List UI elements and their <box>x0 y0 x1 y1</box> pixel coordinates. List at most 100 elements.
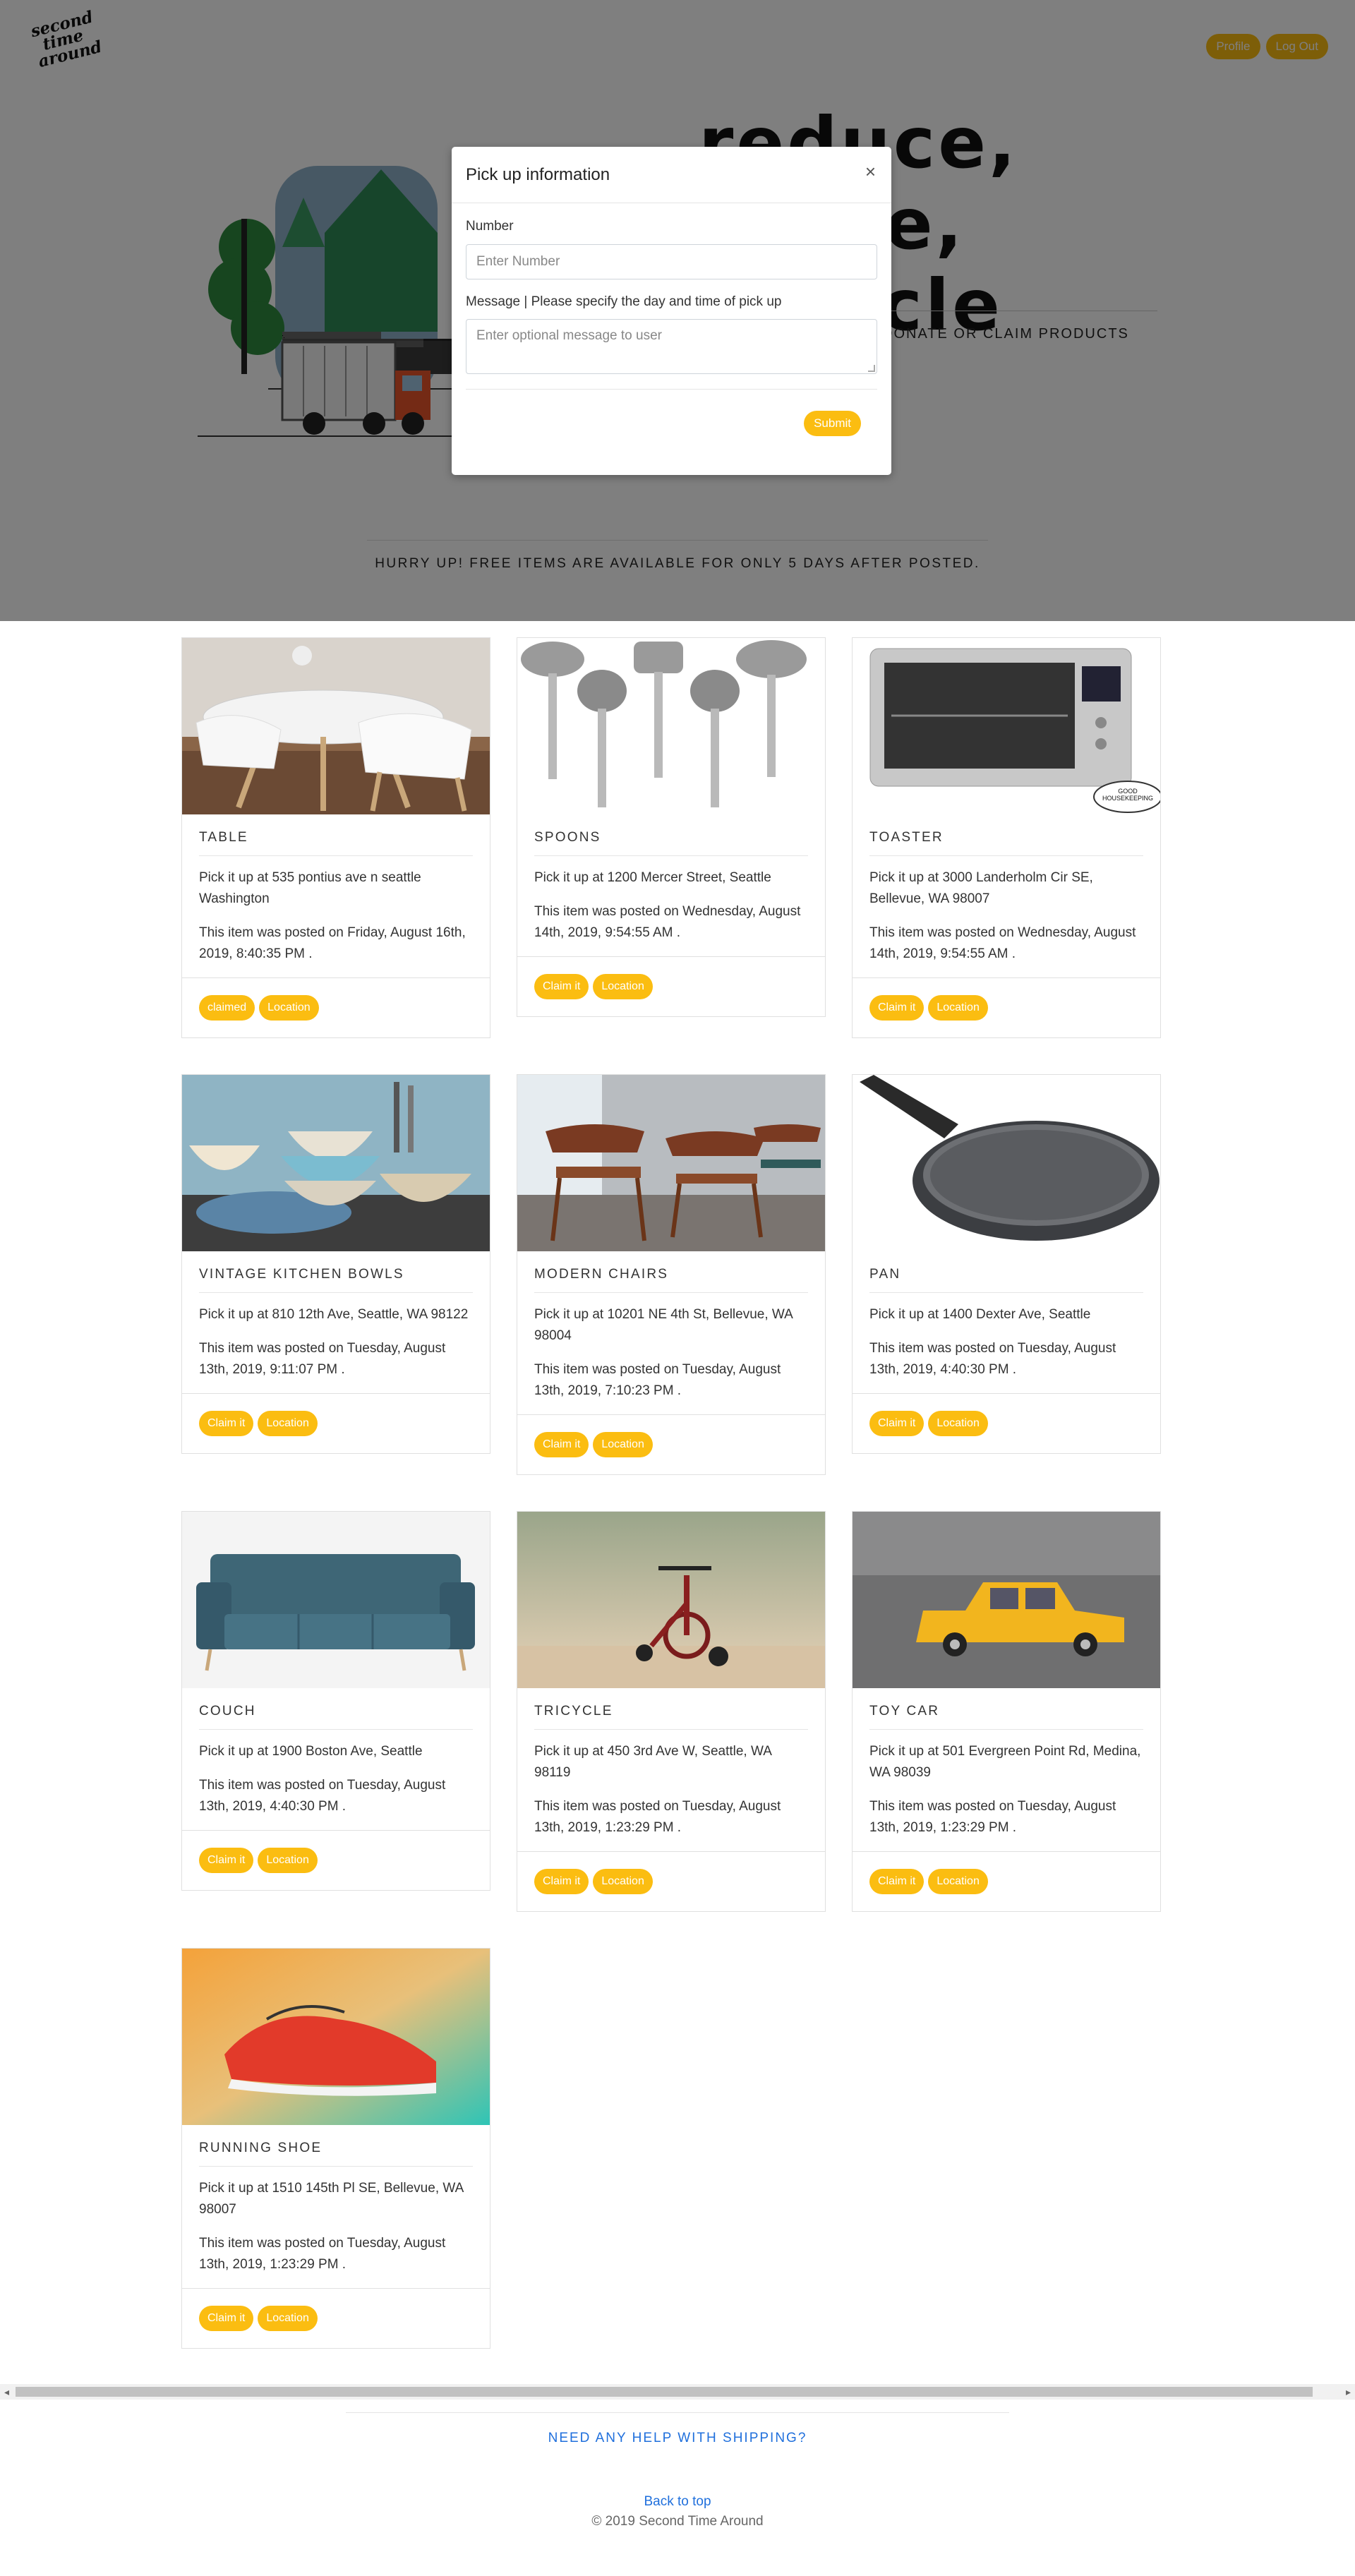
card-body: SPOONS Pick it up at 1200 Mercer Street,… <box>517 814 825 944</box>
item-card-bowls: VINTAGE KITCHEN BOWLS Pick it up at 810 … <box>181 1074 490 1454</box>
card-pickup: Pick it up at 450 3rd Ave W, Seattle, WA… <box>534 1744 771 1780</box>
card-posted: This item was posted on Friday, August 1… <box>199 925 466 961</box>
item-card-toaster: GOOD HOUSEKEEPING TOASTER Pick it up at … <box>852 637 1161 1038</box>
card-pickup: Pick it up at 1900 Boston Ave, Seattle <box>199 1744 423 1759</box>
card-title: COUCH <box>199 1704 473 1730</box>
location-button[interactable]: Location <box>593 1432 653 1457</box>
card-footer: Claim it Location <box>182 2288 490 2348</box>
table-image <box>182 638 490 814</box>
chairs-image <box>517 1075 825 1251</box>
close-icon[interactable]: × <box>865 162 876 181</box>
message-placeholder: Enter optional message to user <box>476 328 662 343</box>
location-button[interactable]: Location <box>928 1869 988 1894</box>
location-button[interactable]: Location <box>259 995 319 1021</box>
card-title: RUNNING SHOE <box>199 2141 473 2167</box>
claim-button[interactable]: Claim it <box>199 1848 254 1873</box>
card-footer: claimed Location <box>182 977 490 1037</box>
claim-button[interactable]: Claim it <box>534 1869 589 1894</box>
card-pickup: Pick it up at 1400 Dexter Ave, Seattle <box>869 1307 1091 1322</box>
spoons-image <box>517 638 825 814</box>
claim-button[interactable]: Claim it <box>869 1869 925 1894</box>
card-pickup: Pick it up at 501 Evergreen Point Rd, Me… <box>869 1744 1141 1780</box>
card-footer: Claim it Location <box>182 1830 490 1890</box>
card-pickup: Pick it up at 810 12th Ave, Seattle, WA … <box>199 1307 469 1322</box>
copyright: © 2019 Second Time Around <box>591 2514 764 2529</box>
horizontal-scrollbar[interactable]: ◂ ▸ <box>0 2384 1355 2400</box>
claim-button[interactable]: Claim it <box>869 995 925 1021</box>
card-body: TABLE Pick it up at 535 pontius ave n se… <box>182 814 490 965</box>
scroll-left-icon[interactable]: ◂ <box>4 2386 9 2398</box>
pan-image <box>853 1075 1160 1251</box>
item-card-tricycle: TRICYCLE Pick it up at 450 3rd Ave W, Se… <box>517 1511 826 1912</box>
couch-image <box>182 1512 490 1688</box>
card-posted: This item was posted on Tuesday, August … <box>199 1778 446 1814</box>
bowls-image <box>182 1075 490 1251</box>
card-title: TOASTER <box>869 830 1143 856</box>
pickup-modal: Pick up information × Number Enter Numbe… <box>452 147 891 475</box>
card-posted: This item was posted on Wednesday, Augus… <box>869 925 1136 961</box>
card-title: VINTAGE KITCHEN BOWLS <box>199 1267 473 1293</box>
scrollbar-thumb[interactable] <box>16 2387 1313 2397</box>
resize-grip-icon[interactable] <box>868 365 875 372</box>
card-posted: This item was posted on Tuesday, August … <box>199 2236 446 2272</box>
location-button[interactable]: Location <box>593 974 653 999</box>
card-pickup: Pick it up at 3000 Landerholm Cir SE, Be… <box>869 870 1093 906</box>
claim-button[interactable]: Claim it <box>534 1432 589 1457</box>
back-to-top-link[interactable]: Back to top <box>0 2494 1355 2510</box>
badge-line-1: GOOD <box>1118 788 1138 795</box>
card-posted: This item was posted on Tuesday, August … <box>869 1341 1116 1377</box>
location-button[interactable]: Location <box>258 1848 318 1873</box>
item-card-spoons: SPOONS Pick it up at 1200 Mercer Street,… <box>517 637 826 1017</box>
card-body: VINTAGE KITCHEN BOWLS Pick it up at 810 … <box>182 1251 490 1380</box>
modal-header: Pick up information × <box>452 147 891 203</box>
claim-button[interactable]: Claim it <box>534 974 589 999</box>
card-body: TRICYCLE Pick it up at 450 3rd Ave W, Se… <box>517 1688 825 1838</box>
card-footer: Claim it Location <box>517 1851 825 1911</box>
location-button[interactable]: Location <box>258 1411 318 1436</box>
card-posted: This item was posted on Tuesday, August … <box>199 1341 446 1377</box>
card-pickup: Pick it up at 10201 NE 4th St, Bellevue,… <box>534 1307 793 1343</box>
card-footer: Claim it Location <box>517 956 825 1016</box>
card-body: RUNNING SHOE Pick it up at 1510 145th Pl… <box>182 2125 490 2275</box>
scroll-right-icon[interactable]: ▸ <box>1346 2386 1351 2398</box>
shipping-help-link[interactable]: NEED ANY HELP WITH SHIPPING? <box>0 2431 1355 2446</box>
good-housekeeping-badge: GOOD HOUSEKEEPING <box>1096 788 1160 802</box>
toaster-image: GOOD HOUSEKEEPING <box>853 638 1160 814</box>
item-card-couch: COUCH Pick it up at 1900 Boston Ave, Sea… <box>181 1511 490 1891</box>
card-body: TOASTER Pick it up at 3000 Landerholm Ci… <box>853 814 1160 965</box>
card-posted: This item was posted on Wednesday, Augus… <box>534 904 801 940</box>
card-title: TABLE <box>199 830 473 856</box>
card-title: PAN <box>869 1267 1143 1293</box>
item-card-pan: PAN Pick it up at 1400 Dexter Ave, Seatt… <box>852 1074 1161 1454</box>
message-textarea[interactable]: Enter optional message to user <box>466 319 877 374</box>
submit-button[interactable]: Submit <box>804 411 861 436</box>
location-button[interactable]: Location <box>593 1869 653 1894</box>
toycar-image <box>853 1512 1160 1688</box>
message-label: Message | Please specify the day and tim… <box>466 294 782 309</box>
card-posted: This item was posted on Tuesday, August … <box>869 1799 1116 1835</box>
modal-title: Pick up information <box>466 165 610 184</box>
location-button[interactable]: Location <box>928 995 988 1021</box>
location-button[interactable]: Location <box>258 2306 318 2331</box>
card-pickup: Pick it up at 1200 Mercer Street, Seattl… <box>534 870 771 885</box>
card-footer: Claim it Location <box>853 1393 1160 1453</box>
claim-button[interactable]: Claim it <box>199 1411 254 1436</box>
card-body: COUCH Pick it up at 1900 Boston Ave, Sea… <box>182 1688 490 1817</box>
footer-divider <box>346 2412 1009 2413</box>
card-pickup: Pick it up at 535 pontius ave n seattle … <box>199 870 421 906</box>
card-title: MODERN CHAIRS <box>534 1267 808 1293</box>
card-footer: Claim it Location <box>182 1393 490 1453</box>
badge-line-2: HOUSEKEEPING <box>1102 795 1154 802</box>
claimed-button[interactable]: claimed <box>199 995 255 1021</box>
claim-button[interactable]: Claim it <box>869 1411 925 1436</box>
tricycle-image <box>517 1512 825 1688</box>
card-title: SPOONS <box>534 830 808 856</box>
number-input[interactable]: Enter Number <box>466 244 877 279</box>
item-card-table: TABLE Pick it up at 535 pontius ave n se… <box>181 637 490 1038</box>
item-card-chairs: MODERN CHAIRS Pick it up at 10201 NE 4th… <box>517 1074 826 1475</box>
card-footer: Claim it Location <box>853 977 1160 1037</box>
location-button[interactable]: Location <box>928 1411 988 1436</box>
modal-divider <box>466 389 877 390</box>
card-title: TOY CAR <box>869 1704 1143 1730</box>
claim-button[interactable]: Claim it <box>199 2306 254 2331</box>
